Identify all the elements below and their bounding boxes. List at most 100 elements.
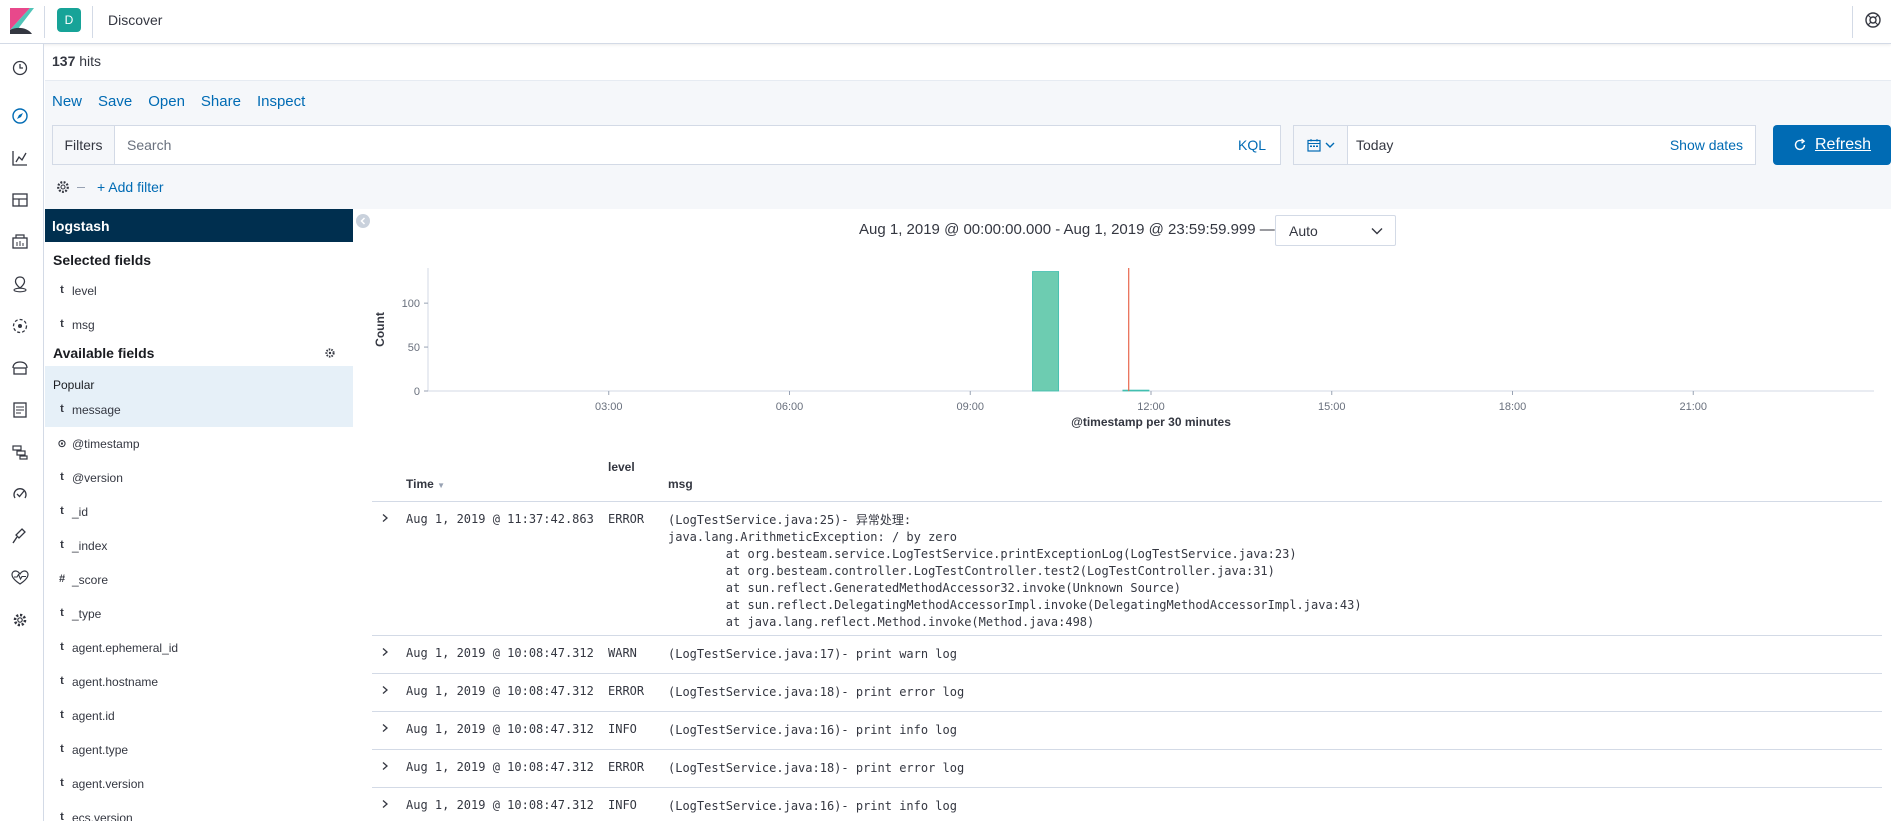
available-fields-title: Available fields: [53, 345, 155, 361]
field-name: agent.hostname: [72, 675, 159, 689]
field-name: message: [72, 403, 121, 417]
row-msg: (LogTestService.java:18)- print error lo…: [668, 761, 965, 775]
ml-icon[interactable]: [10, 316, 30, 336]
recent-clock-icon[interactable]: [10, 58, 30, 78]
field-name: _index: [72, 539, 108, 553]
column-header-msg[interactable]: msg: [668, 477, 693, 491]
help-icon[interactable]: [1863, 10, 1883, 30]
x-tick-label: 21:00: [1679, 401, 1707, 413]
field-item[interactable]: ⊙ @timestamp: [45, 429, 353, 459]
column-header-time[interactable]: Time ▼: [406, 477, 445, 491]
field-item[interactable]: t agent.version: [45, 769, 353, 799]
monitoring-heartbeat-icon[interactable]: [10, 568, 30, 588]
maps-icon[interactable]: [10, 274, 30, 294]
date-range-value[interactable]: Today: [1356, 137, 1393, 153]
new-button[interactable]: New: [52, 93, 82, 110]
expand-chevron-icon[interactable]: [380, 685, 390, 695]
field-item[interactable]: t _id: [45, 497, 353, 527]
logs-icon[interactable]: [10, 400, 30, 420]
table-row[interactable]: Aug 1, 2019 @ 10:08:47.312 ERROR (LogTestS…: [372, 750, 1882, 788]
date-picker: Today Show dates: [1293, 125, 1756, 165]
space-avatar[interactable]: D: [57, 8, 81, 32]
visualize-chart-icon[interactable]: [10, 148, 30, 168]
field-item[interactable]: # _score: [45, 565, 353, 595]
canvas-icon[interactable]: [10, 232, 30, 252]
show-dates-link[interactable]: Show dates: [1670, 137, 1743, 153]
row-level: ERROR: [608, 684, 645, 698]
field-item[interactable]: t agent.ephemeral_id: [45, 633, 353, 663]
add-filter-button[interactable]: + Add filter: [97, 179, 164, 195]
app-title: Discover: [108, 12, 163, 28]
field-item[interactable]: t agent.type: [45, 735, 353, 765]
string-type-icon: t: [60, 709, 64, 721]
x-axis-label: @timestamp per 30 minutes: [1071, 415, 1231, 429]
search-input[interactable]: [123, 126, 1203, 164]
field-item-message[interactable]: t message: [45, 395, 353, 425]
chevron-down-icon: [1371, 228, 1383, 235]
field-item[interactable]: t @version: [45, 463, 353, 493]
expand-chevron-icon[interactable]: [380, 799, 390, 809]
field-settings-gear-icon[interactable]: [324, 347, 336, 359]
apm-icon[interactable]: [10, 442, 30, 462]
field-name: agent.ephemeral_id: [72, 641, 179, 655]
expand-chevron-icon[interactable]: [380, 723, 390, 733]
divider: [77, 187, 85, 188]
field-name: _type: [72, 607, 102, 621]
discover-compass-icon[interactable]: [10, 106, 30, 126]
sort-arrow-down-icon[interactable]: ▼: [437, 481, 445, 490]
collapse-sidebar-button[interactable]: [356, 214, 370, 228]
filter-options-gear-icon[interactable]: [55, 179, 71, 195]
field-name: @timestamp: [72, 437, 140, 451]
string-type-icon: t: [60, 811, 64, 821]
kql-toggle[interactable]: KQL: [1238, 137, 1266, 153]
field-name: level: [72, 284, 97, 298]
histogram-bar[interactable]: [1122, 389, 1150, 392]
string-type-icon: t: [60, 743, 64, 755]
top-nav-menu: New Save Open Share Inspect: [52, 93, 321, 110]
field-item-level[interactable]: t level: [45, 276, 353, 306]
open-button[interactable]: Open: [148, 93, 185, 110]
chevron-left-icon: [360, 217, 366, 225]
dev-tools-icon[interactable]: [10, 526, 30, 546]
row-level: INFO: [608, 798, 637, 812]
expand-chevron-icon[interactable]: [380, 513, 390, 523]
field-item[interactable]: t agent.id: [45, 701, 353, 731]
selected-fields-title: Selected fields: [53, 252, 152, 268]
index-pattern-selector[interactable]: logstash: [45, 209, 353, 242]
row-time: Aug 1, 2019 @ 10:08:47.312: [406, 684, 594, 698]
share-button[interactable]: Share: [201, 93, 241, 110]
field-name: _id: [72, 505, 89, 519]
save-button[interactable]: Save: [98, 93, 132, 110]
field-item[interactable]: t ecs.version: [45, 803, 353, 821]
table-row[interactable]: Aug 1, 2019 @ 10:08:47.312 ERROR (LogTestS…: [372, 674, 1882, 712]
field-name: ecs.version: [72, 811, 133, 821]
quick-menu-button[interactable]: [1294, 126, 1348, 164]
table-row[interactable]: Aug 1, 2019 @ 10:08:47.312 INFO (LogTestSe…: [372, 712, 1882, 750]
inspect-button[interactable]: Inspect: [257, 93, 305, 110]
row-level: INFO: [608, 722, 637, 736]
top-header: D Discover: [0, 0, 1891, 44]
table-row[interactable]: Aug 1, 2019 @ 11:37:42.863 ERROR (LogTestS…: [372, 502, 1882, 636]
field-item[interactable]: t agent.hostname: [45, 667, 353, 697]
field-item[interactable]: t _index: [45, 531, 353, 561]
row-msg: (LogTestService.java:17)- print warn log: [668, 647, 957, 661]
histogram-chart[interactable]: 0 50 100 03:00 06:00 09:00 12:00 15:00 18:00 21:0…: [370, 256, 1891, 436]
column-header-level[interactable]: level: [608, 460, 635, 474]
x-tick-label: 12:00: [1137, 401, 1165, 413]
uptime-icon[interactable]: [10, 484, 30, 504]
refresh-button[interactable]: Refresh: [1773, 125, 1891, 165]
kibana-logo-icon[interactable]: [0, 0, 44, 44]
dashboard-icon[interactable]: [10, 190, 30, 210]
expand-chevron-icon[interactable]: [380, 761, 390, 771]
expand-chevron-icon[interactable]: [380, 647, 390, 657]
management-gear-icon[interactable]: [10, 610, 30, 630]
field-item-msg[interactable]: t msg: [45, 310, 353, 340]
table-row[interactable]: Aug 1, 2019 @ 10:08:47.312 INFO (LogTestSe…: [372, 788, 1882, 821]
table-row[interactable]: Aug 1, 2019 @ 10:08:47.312 WARN (LogTestSe…: [372, 636, 1882, 674]
histogram-bar[interactable]: [1032, 271, 1060, 392]
row-level: ERROR: [608, 760, 645, 774]
interval-select[interactable]: Auto: [1275, 215, 1396, 246]
string-type-icon: t: [60, 675, 64, 687]
field-item[interactable]: t _type: [45, 599, 353, 629]
infrastructure-icon[interactable]: [10, 358, 30, 378]
